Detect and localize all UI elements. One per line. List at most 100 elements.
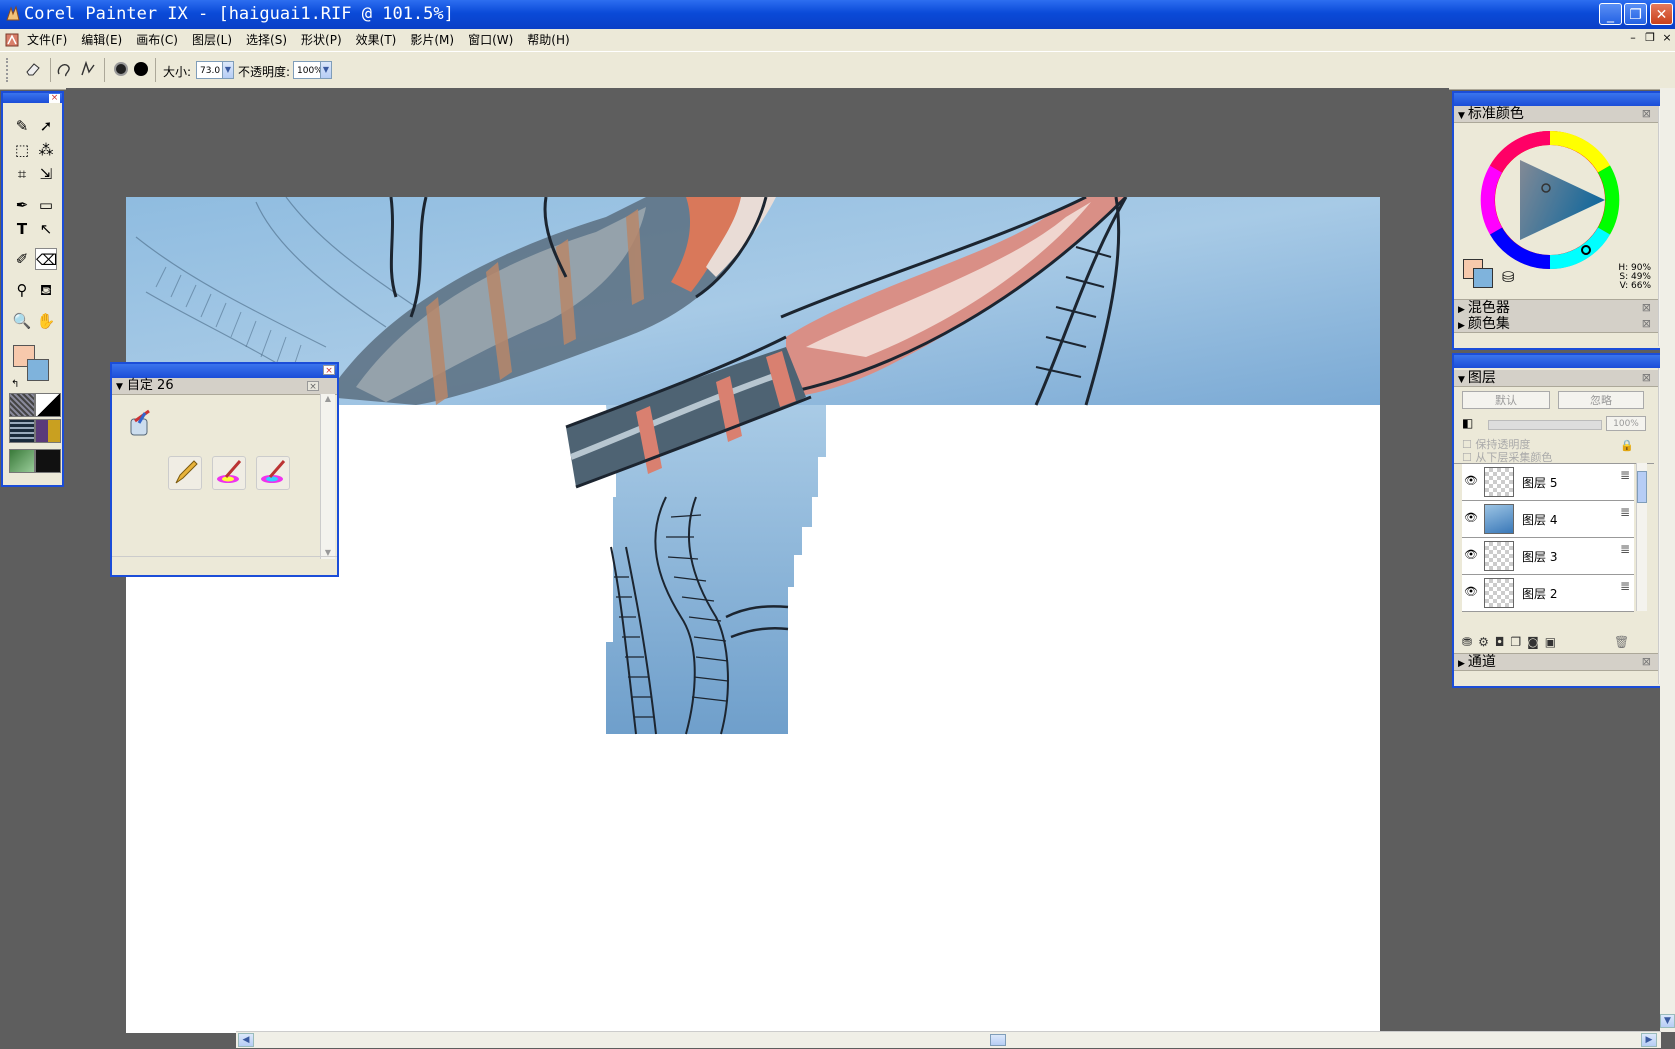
layer-visibility-eye-icon[interactable]: 👁	[1464, 585, 1478, 598]
layers-header[interactable]: ▼图层 ⊠ ▶	[1454, 370, 1673, 387]
layer-list-scrollbar[interactable]	[1636, 463, 1647, 611]
brush-tool-icon[interactable]: ✎	[11, 115, 33, 137]
cloner-tool-icon[interactable]: ✐	[11, 248, 33, 270]
layer-visibility-eye-icon[interactable]: 👁	[1464, 474, 1478, 487]
swap-colors-icon[interactable]: ↰	[11, 379, 19, 390]
menu-effects[interactable]: 效果(T)	[356, 32, 405, 48]
text-tool-icon[interactable]: T	[11, 218, 33, 240]
layer-row[interactable]: 👁 图层 5 ≣	[1462, 464, 1634, 501]
menu-edit[interactable]: 编辑(E)	[81, 32, 130, 48]
additional-color-swatch[interactable]	[1473, 268, 1493, 288]
toolbar-grip[interactable]	[6, 58, 12, 82]
toolbox-close-icon[interactable]: ×	[49, 94, 60, 103]
opacity-dropdown-arrow[interactable]: ▼	[320, 61, 332, 79]
channels-header[interactable]: ▶通道 ⊠ ▶	[1454, 653, 1673, 671]
custom-palette-section-close-icon[interactable]: ×	[307, 381, 319, 392]
brush-variant-jar-icon[interactable]	[124, 409, 156, 441]
layer-opacity-input[interactable]: 100%	[1606, 416, 1646, 431]
layer-visibility-toggle-icon[interactable]: ▣	[1545, 635, 1556, 649]
layer-mask-icon[interactable]: ◘	[1495, 635, 1505, 649]
layer-commands-icon[interactable]: ⛃	[1462, 635, 1472, 649]
crop-tool-icon[interactable]: ⌗	[11, 163, 33, 185]
oil-brush-variant-icon[interactable]	[212, 456, 246, 490]
section-close-icon[interactable]: ⊠	[1642, 106, 1651, 122]
section-close-icon[interactable]: ⊠	[1642, 316, 1651, 332]
pattern-selector-icon[interactable]	[9, 419, 35, 443]
size-dropdown-arrow[interactable]: ▼	[222, 61, 234, 79]
menu-canvas[interactable]: 画布(C)	[136, 32, 186, 48]
menu-help[interactable]: 帮助(H)	[527, 32, 577, 48]
section-close-icon[interactable]: ⊠	[1642, 654, 1651, 670]
composite-method-select[interactable]: 默认	[1462, 391, 1550, 409]
custom-palette-titlebar[interactable]: ×	[112, 364, 337, 378]
layer-row[interactable]: 👁 图层 2 ≣	[1462, 575, 1634, 612]
menu-layers[interactable]: 图层(L)	[192, 32, 240, 48]
nozzle-selector-icon[interactable]	[9, 449, 35, 473]
drawing-canvas[interactable]	[126, 197, 1380, 1033]
expand-triangle-icon[interactable]: ▶	[1458, 321, 1465, 331]
look-selector-icon[interactable]	[35, 449, 61, 473]
gradient-selector-icon[interactable]	[35, 393, 61, 417]
menu-select[interactable]: 选择(S)	[246, 32, 295, 48]
collapse-triangle-icon[interactable]: ▼	[1458, 375, 1465, 385]
rectangle-shape-tool-icon[interactable]: ▭	[35, 194, 57, 216]
freehand-stroke-icon[interactable]	[55, 60, 77, 80]
eraser-tool-icon[interactable]: ⌫	[35, 248, 57, 270]
grabber-hand-tool-icon[interactable]: ✋	[35, 310, 57, 332]
soft-dab-icon[interactable]	[110, 60, 132, 80]
layer-visibility-eye-icon[interactable]: 👁	[1464, 511, 1478, 524]
menu-movie[interactable]: 影片(M)	[410, 32, 462, 48]
paint-bucket-tool-icon[interactable]: ⛾	[35, 279, 57, 301]
horizontal-scrollbar[interactable]: ◀ ▶	[236, 1031, 1661, 1048]
layer-opacity-slider[interactable]	[1488, 420, 1602, 430]
pencil-variant-icon[interactable]	[168, 456, 202, 490]
lock-layer-icon[interactable]: 🔒	[1620, 439, 1634, 452]
layer-row[interactable]: 👁 图层 3 ≣	[1462, 538, 1634, 575]
pen-tool-icon[interactable]: ✒	[11, 194, 33, 216]
menu-window[interactable]: 窗口(W)	[468, 32, 521, 48]
selection-adjuster-tool-icon[interactable]: ⇲	[35, 163, 57, 185]
hard-dab-icon[interactable]	[130, 60, 152, 80]
custom-palette-scrollbar[interactable]: ▲ ▼	[320, 394, 335, 559]
menu-shapes[interactable]: 形状(P)	[301, 32, 350, 48]
color-wheel[interactable]	[1480, 130, 1620, 270]
straight-line-stroke-icon[interactable]	[77, 60, 99, 80]
colors-panel-titlebar[interactable]: ×	[1454, 93, 1673, 106]
scroll-left-arrow[interactable]: ◀	[238, 1033, 254, 1047]
delete-layer-trash-icon[interactable]: 🗑	[1614, 635, 1629, 649]
custom-palette-header[interactable]: ▼ 自定 26 ×	[112, 378, 337, 395]
layer-row[interactable]: 👁 图层 4 ≣	[1462, 501, 1634, 538]
paper-selector-icon[interactable]	[9, 393, 35, 417]
color-sets-header[interactable]: ▶颜色集 ⊠ ▶	[1454, 316, 1673, 333]
new-layer-icon[interactable]: ❐	[1510, 635, 1521, 649]
menu-file[interactable]: 文件(F)	[27, 32, 75, 48]
mdi-minimize-button[interactable]: –	[1626, 31, 1640, 44]
minimize-button[interactable]: _	[1599, 3, 1622, 25]
layer-adjuster-tool-icon[interactable]: ➚	[35, 115, 57, 137]
section-close-icon[interactable]: ⊠	[1642, 300, 1651, 316]
layers-panel-titlebar[interactable]: ×	[1454, 355, 1673, 368]
custom-palette-close-icon[interactable]: ×	[323, 365, 335, 376]
weaving-selector-icon[interactable]	[35, 419, 61, 443]
eraser-tool-icon[interactable]	[22, 60, 44, 80]
vertical-scrollbar[interactable]: ▼	[1660, 88, 1675, 1032]
rectangular-selection-tool-icon[interactable]: ⬚	[11, 139, 33, 161]
expand-triangle-icon[interactable]: ▶	[1458, 659, 1465, 669]
new-layer-mask-icon[interactable]: ◙	[1527, 635, 1539, 649]
collapse-triangle-icon[interactable]: ▼	[116, 382, 123, 392]
acrylic-brush-variant-icon[interactable]	[256, 456, 290, 490]
painter-app-icon[interactable]	[4, 5, 22, 23]
secondary-color-swatch[interactable]	[27, 359, 49, 381]
layer-visibility-eye-icon[interactable]: 👁	[1464, 548, 1478, 561]
magic-wand-tool-icon[interactable]: ⁂	[35, 139, 57, 161]
document-icon[interactable]	[4, 32, 20, 48]
mixer-header[interactable]: ▶混色器 ⊠ ▶	[1454, 299, 1673, 317]
horizontal-scroll-thumb[interactable]	[990, 1034, 1006, 1046]
maximize-button[interactable]: ❐	[1624, 3, 1647, 25]
shape-selection-tool-icon[interactable]: ↖	[35, 218, 57, 240]
expand-triangle-icon[interactable]: ▶	[1458, 305, 1465, 315]
mdi-close-button[interactable]: ×	[1660, 31, 1674, 44]
mdi-restore-button[interactable]: ❐	[1643, 31, 1657, 44]
standard-colors-header[interactable]: ▼标准颜色 ⊠ ▶	[1454, 106, 1673, 123]
collapse-triangle-icon[interactable]: ▼	[1458, 111, 1465, 121]
